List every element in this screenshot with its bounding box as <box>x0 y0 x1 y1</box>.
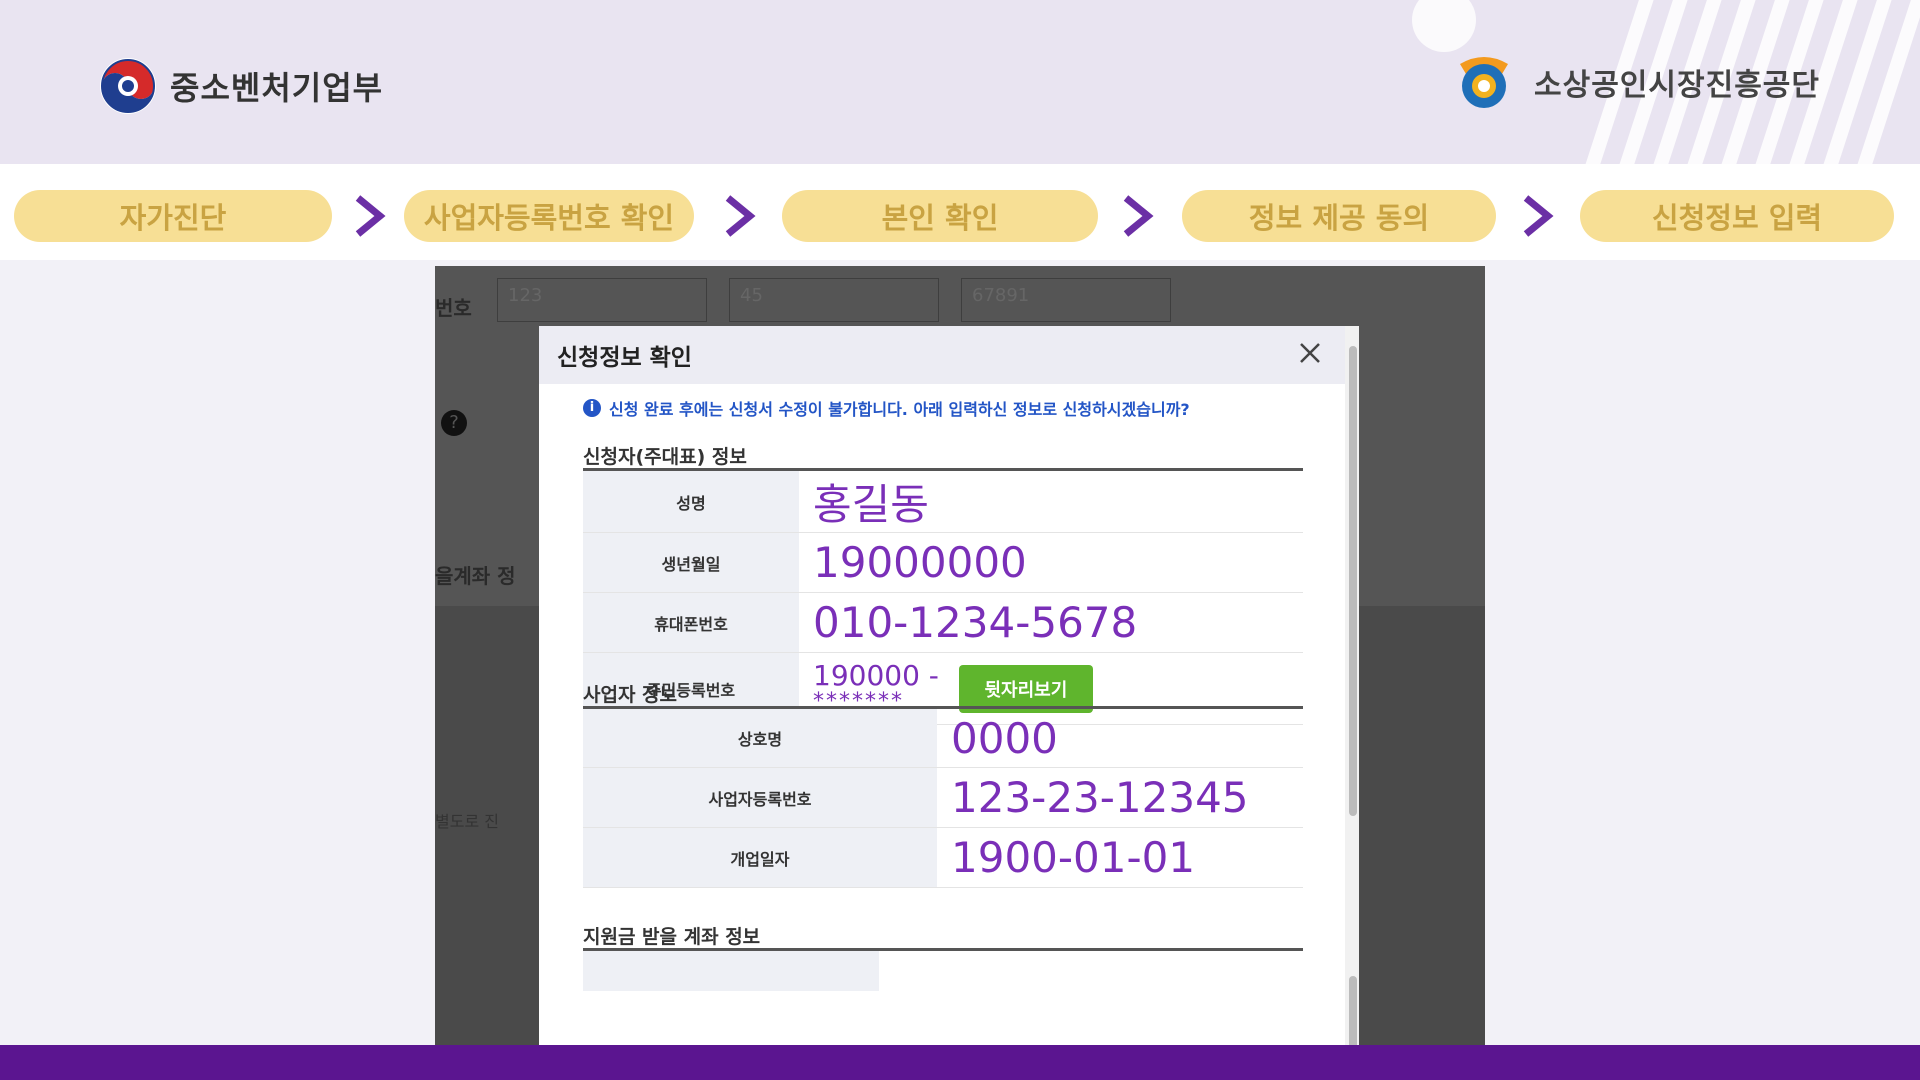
chevron-right-icon <box>1123 195 1154 237</box>
trade-name-label: 상호명 <box>583 707 937 768</box>
open-date-value: 1900-01-01 <box>937 827 1303 888</box>
table-row: 성명 홍길동 <box>583 469 1303 533</box>
trade-name-value: 0000 <box>937 707 1303 768</box>
bg-section-account: 을계좌 정 <box>435 564 516 588</box>
table-row: 개업일자 1900-01-01 <box>583 827 1303 888</box>
chevron-right-icon <box>725 195 756 237</box>
info-icon: i <box>583 399 601 417</box>
confirm-modal: 신청정보 확인 i 신청 완료 후에는 신청서 수정이 불가합니다. 아래 입력… <box>539 326 1359 1046</box>
ministry-name: 중소벤처기업부 <box>170 69 384 107</box>
header-banner: 중소벤처기업부 소상공인시장진흥공단 <box>0 0 1920 164</box>
rrn-front: 190000 - <box>813 658 939 692</box>
table-row: 휴대폰번호 010-1234-5678 <box>583 592 1303 653</box>
agency-name: 소상공인시장진흥공단 <box>1534 68 1820 103</box>
reg-no-value: 123-23-12345 <box>937 767 1303 828</box>
reg-no-label: 사업자등록번호 <box>583 767 937 828</box>
modal-scrollbar[interactable] <box>1345 326 1359 1046</box>
chevron-right-icon <box>355 195 386 237</box>
step-self-diagnosis: 자가진단 <box>14 190 332 242</box>
bg-note: 별도로 진 <box>435 812 499 831</box>
step-application-info: 신청정보 입력 <box>1580 190 1894 242</box>
taeguk-emblem-icon <box>100 58 156 114</box>
agency-logo: 소상공인시장진흥공단 <box>1450 54 1820 110</box>
account-section-title: 지원금 받을 계좌 정보 <box>583 926 761 948</box>
modal-header: 신청정보 확인 <box>539 326 1351 384</box>
table-row: 상호명 0000 <box>583 707 1303 768</box>
phone-label: 휴대폰번호 <box>583 592 799 653</box>
bg-label-number: 번호 <box>435 296 472 320</box>
step-identity: 본인 확인 <box>782 190 1098 242</box>
applicant-table: 성명 홍길동 생년월일 19000000 휴대폰번호 010-1234-5678… <box>583 468 1303 725</box>
notice: i 신청 완료 후에는 신청서 수정이 불가합니다. 아래 입력하신 정보로 신… <box>583 396 1190 420</box>
decorative-circle <box>1412 0 1476 52</box>
chevron-right-icon <box>1523 195 1554 237</box>
app-screenshot: 번호 123 45 67891 ? 을계좌 정 별도로 진 신청정보 확인 i … <box>435 266 1485 1046</box>
name-value: 홍길동 <box>799 469 1303 533</box>
scroll-thumb[interactable] <box>1349 346 1357 816</box>
table-row: 생년월일 19000000 <box>583 532 1303 593</box>
table-row: 사업자등록번호 123-23-12345 <box>583 767 1303 828</box>
ministry-logo: 중소벤처기업부 <box>98 56 383 116</box>
notice-text: 신청 완료 후에는 신청서 수정이 불가합니다. 아래 입력하신 정보로 신청하… <box>609 400 1190 419</box>
modal-title: 신청정보 확인 <box>557 345 692 371</box>
open-date-label: 개업일자 <box>583 827 937 888</box>
business-section-title: 사업자 정보 <box>583 684 678 706</box>
applicant-section-title: 신청자(주대표) 정보 <box>583 446 747 468</box>
business-table: 상호명 0000 사업자등록번호 123-23-12345 개업일자 1900-… <box>583 706 1303 888</box>
birth-label: 생년월일 <box>583 532 799 593</box>
bg-input-3: 67891 <box>961 278 1171 322</box>
semas-emblem-icon <box>1460 57 1508 108</box>
bg-input-2: 45 <box>729 278 939 322</box>
help-icon: ? <box>441 410 467 436</box>
birth-value: 19000000 <box>799 532 1303 593</box>
bg-input-1: 123 <box>497 278 707 322</box>
step-business-number: 사업자등록번호 확인 <box>404 190 694 242</box>
phone-value: 010-1234-5678 <box>799 592 1303 653</box>
progress-steps: 자가진단 사업자등록번호 확인 본인 확인 정보 제공 동의 신청정보 입력 <box>0 164 1920 260</box>
account-table <box>583 948 1303 991</box>
bottom-bar <box>0 1045 1920 1080</box>
name-label: 성명 <box>583 469 799 533</box>
close-icon[interactable] <box>1295 338 1325 368</box>
step-consent: 정보 제공 동의 <box>1182 190 1496 242</box>
